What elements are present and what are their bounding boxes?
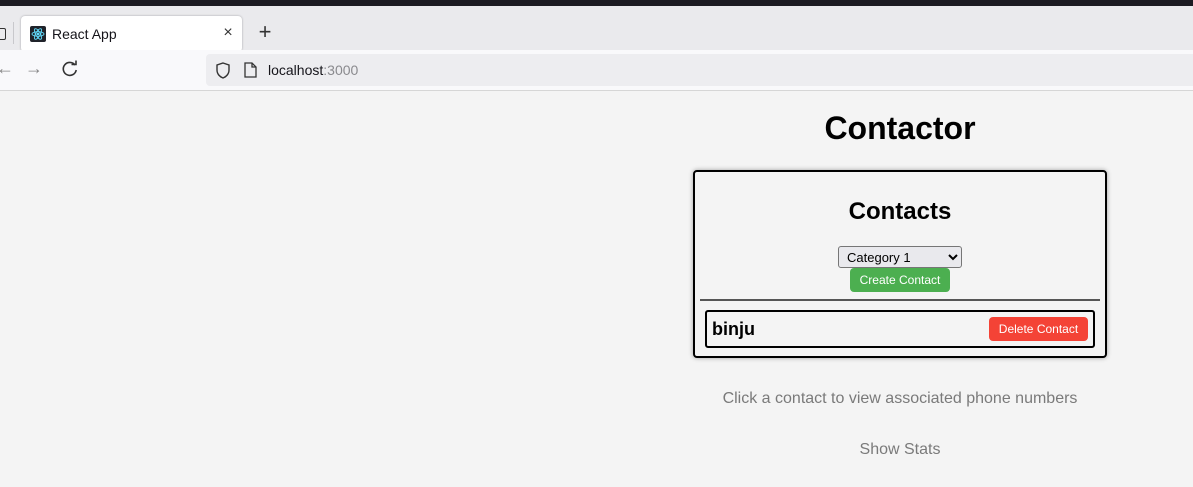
tab-bar: React App × + <box>0 6 1193 52</box>
delete-contact-button[interactable]: Delete Contact <box>989 317 1088 341</box>
divider <box>700 299 1100 301</box>
forward-arrow-icon[interactable]: → <box>25 58 43 79</box>
navigation-bar: ← → localhost:3000 <box>0 50 1193 91</box>
tab-separator <box>13 22 14 44</box>
category-select[interactable]: Category 1 <box>838 246 962 268</box>
react-favicon-icon <box>30 26 46 42</box>
app-title: Contactor <box>824 110 976 146</box>
new-tab-icon[interactable]: + <box>254 21 276 44</box>
tab-react-app[interactable]: React App × <box>21 16 242 52</box>
back-arrow-icon[interactable]: ← <box>0 58 14 79</box>
contacts-panel: Contacts Category 1 Create Contact binju… <box>693 170 1107 358</box>
url-port: :3000 <box>323 62 359 78</box>
url-text[interactable]: localhost:3000 <box>268 62 358 78</box>
contact-hint-text: Click a contact to view associated phone… <box>722 390 1078 407</box>
contact-name[interactable]: binju <box>712 319 755 340</box>
reload-icon[interactable] <box>61 60 79 78</box>
show-stats-link[interactable]: Show Stats <box>600 441 1193 459</box>
shield-icon[interactable] <box>215 62 231 79</box>
close-icon[interactable]: × <box>219 24 237 42</box>
tab-title: React App <box>52 26 117 42</box>
create-contact-button[interactable]: Create Contact <box>850 268 950 292</box>
url-host: localhost <box>268 62 324 78</box>
tab-overflow-icon[interactable] <box>0 28 6 40</box>
address-bar[interactable]: localhost:3000 <box>206 54 1193 86</box>
page-icon <box>244 62 257 78</box>
contacts-heading: Contacts <box>848 198 952 225</box>
contact-item[interactable]: binju Delete Contact <box>705 310 1095 348</box>
